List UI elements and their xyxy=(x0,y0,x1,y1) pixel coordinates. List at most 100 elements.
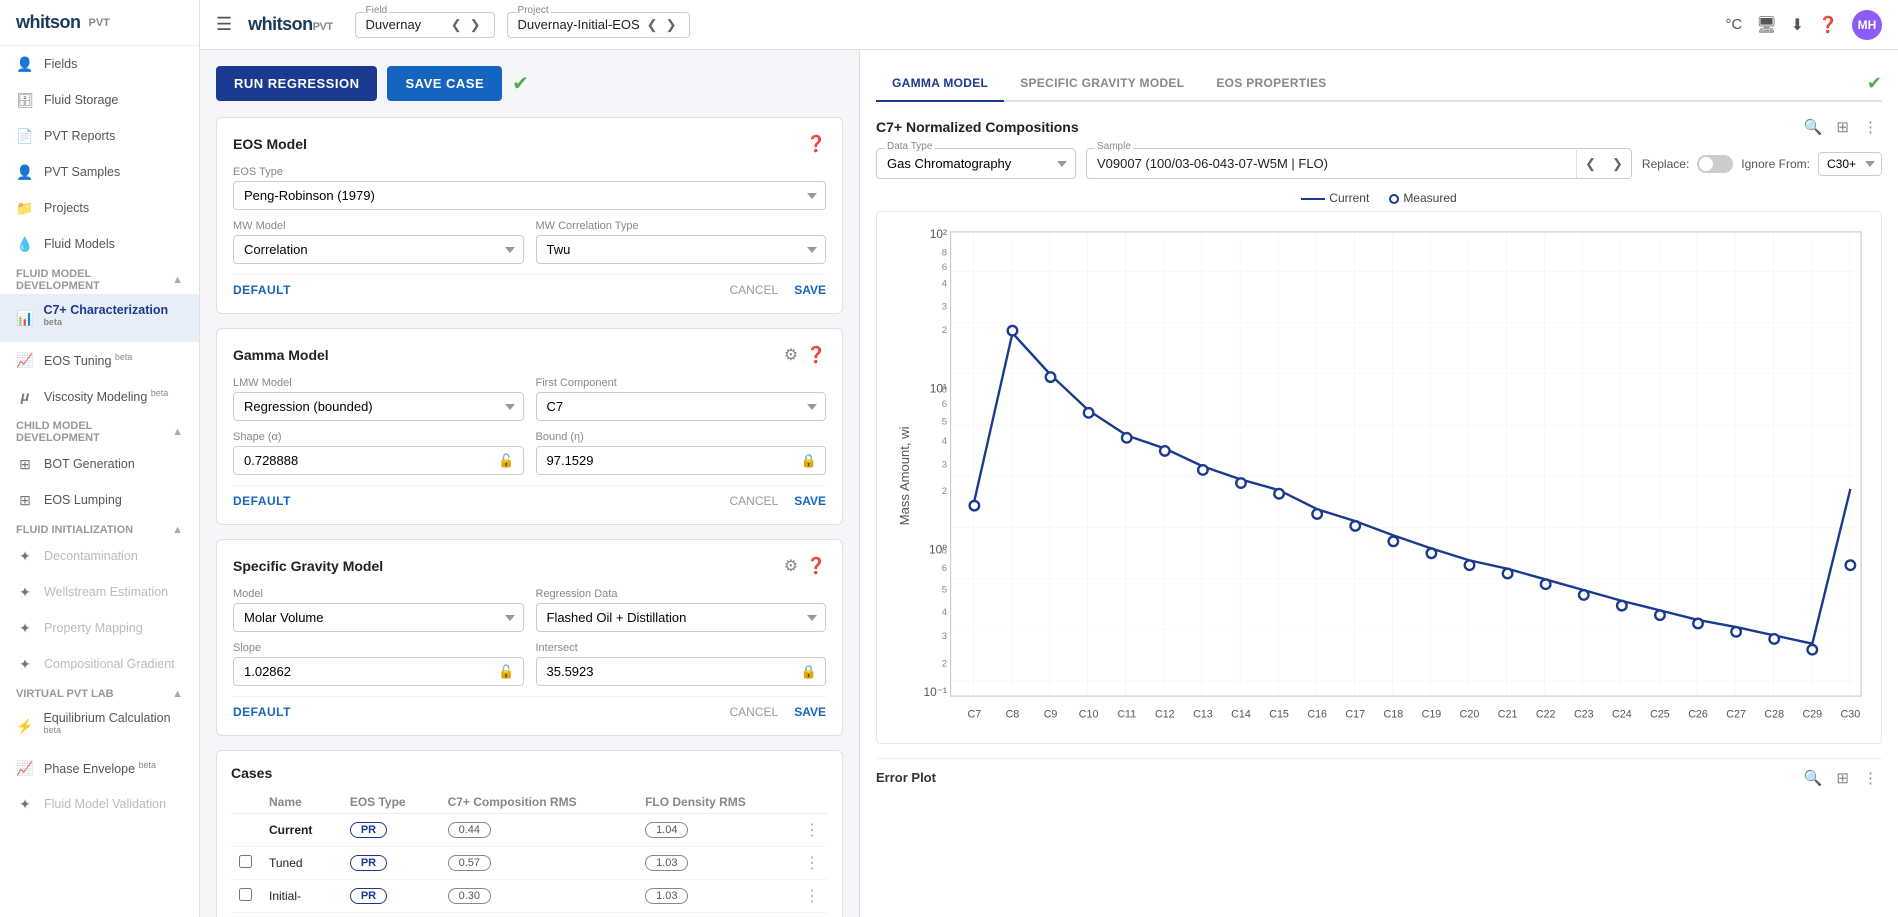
case-checkbox-initial[interactable] xyxy=(239,888,252,901)
intersect-input[interactable] xyxy=(537,658,793,685)
bound-input[interactable] xyxy=(537,447,793,474)
eos-cancel-button[interactable]: CANCEL xyxy=(730,283,779,297)
sidebar-item-viscosity-modeling[interactable]: μ Viscosity Modeling beta xyxy=(0,378,199,414)
field-prev-arrow[interactable]: ❮ xyxy=(448,17,465,33)
slope-lock-icon[interactable]: 🔓 xyxy=(490,664,522,680)
search-icon-btn[interactable]: 🔍 xyxy=(1800,116,1827,138)
sidebar-item-projects[interactable]: 📁 Projects xyxy=(0,190,199,226)
measured-dot xyxy=(1236,478,1246,488)
x-label-c29: C29 xyxy=(1802,709,1822,721)
tab-eos-properties[interactable]: EOS PROPERTIES xyxy=(1200,66,1342,102)
ignore-from-select[interactable]: C30+ xyxy=(1818,152,1882,176)
help-icon[interactable]: ❓ xyxy=(1818,15,1838,35)
temp-unit[interactable]: °C xyxy=(1726,16,1743,33)
section-toggle4[interactable]: ▲ xyxy=(172,688,183,700)
section-toggle3[interactable]: ▲ xyxy=(172,524,183,536)
tab-gamma-model[interactable]: GAMMA MODEL xyxy=(876,66,1004,102)
sidebar-item-label: PVT Samples xyxy=(44,165,120,179)
slope-input[interactable] xyxy=(234,658,490,685)
error-search-icon-btn[interactable]: 🔍 xyxy=(1800,767,1827,789)
sidebar-item-pvt-reports[interactable]: 📄 PVT Reports xyxy=(0,118,199,154)
error-expand-icon-btn[interactable]: ⊞ xyxy=(1832,767,1853,789)
sidebar-item-equilibrium-calculation[interactable]: ⚡ Equilibrium Calculation beta xyxy=(0,702,199,750)
x-label-c10: C10 xyxy=(1079,709,1099,721)
measured-dot xyxy=(1808,645,1818,655)
section-toggle2[interactable]: ▲ xyxy=(172,426,183,438)
shape-lock-icon[interactable]: 🔓 xyxy=(490,453,522,469)
gamma-cancel-button[interactable]: CANCEL xyxy=(730,494,779,508)
sample-prev-arrow[interactable]: ❮ xyxy=(1577,150,1604,178)
lmw-model-select[interactable]: Regression (bounded) xyxy=(233,392,524,421)
topbar: ☰ whitsonPVT Field Duvernay ❮ ❯ Project … xyxy=(200,0,1898,50)
eos-save-button[interactable]: SAVE xyxy=(794,283,826,297)
sidebar-item-fluid-models[interactable]: 💧 Fluid Models xyxy=(0,226,199,262)
x-label-c8: C8 xyxy=(1006,709,1020,721)
chart-grid xyxy=(951,232,1862,696)
mw-correlation-select[interactable]: Twu xyxy=(536,235,827,264)
project-next-arrow[interactable]: ❯ xyxy=(663,17,680,33)
more-options-current[interactable]: ⋮ xyxy=(804,822,820,839)
regression-data-select[interactable]: Flashed Oil + Distillation xyxy=(536,603,827,632)
intersect-lock-icon[interactable]: 🔒 xyxy=(793,664,825,680)
eos-type-select[interactable]: Peng-Robinson (1979) xyxy=(233,181,826,210)
more-options-tuned[interactable]: ⋮ xyxy=(804,855,820,872)
sidebar-item-bot-generation[interactable]: ⊞ BOT Generation xyxy=(0,446,199,482)
error-plot-header: Error Plot 🔍 ⊞ ⋮ xyxy=(876,758,1882,789)
projects-icon: 📁 xyxy=(16,199,34,217)
sidebar-item-c7-characterization[interactable]: 📊 C7+ Characterization beta xyxy=(0,294,199,342)
tab-specific-gravity-model[interactable]: SPECIFIC GRAVITY MODEL xyxy=(1004,66,1200,102)
gamma-settings-icon[interactable]: ⚙ xyxy=(784,345,798,365)
sg-default-button[interactable]: DEFAULT xyxy=(233,705,291,719)
measured-dot xyxy=(1274,489,1284,499)
monitor-icon[interactable]: 🖥 xyxy=(1756,15,1776,35)
first-component-select[interactable]: C7 xyxy=(536,392,827,421)
field-value: Duvernay xyxy=(366,17,444,32)
replace-toggle[interactable] xyxy=(1697,155,1733,173)
download-icon[interactable]: ⬇ xyxy=(1791,15,1804,35)
sg-cancel-button[interactable]: CANCEL xyxy=(730,705,779,719)
section-fluid-initialization: Fluid Initialization ▲ xyxy=(0,518,199,538)
col-eos-type: EOS Type xyxy=(342,791,440,814)
save-case-button[interactable]: SAVE CASE xyxy=(387,66,502,101)
flo-rms-initial: 1.03 xyxy=(645,888,688,904)
sg-settings-icon[interactable]: ⚙ xyxy=(784,556,798,576)
sidebar-item-label: Phase Envelope beta xyxy=(44,760,156,776)
x-label-c20: C20 xyxy=(1460,709,1480,721)
sidebar-item-pvt-samples[interactable]: 👤 PVT Samples xyxy=(0,154,199,190)
avatar[interactable]: MH xyxy=(1852,10,1882,40)
field-selector[interactable]: Field Duvernay ❮ ❯ xyxy=(355,12,495,38)
data-type-select[interactable]: Gas Chromatography xyxy=(877,149,1075,178)
measured-dot xyxy=(1122,433,1132,443)
gamma-help-icon[interactable]: ❓ xyxy=(806,345,826,365)
sidebar-item-fluid-storage[interactable]: 🗄 Fluid Storage xyxy=(0,82,199,118)
shape-input[interactable] xyxy=(234,447,490,474)
more-icon-btn[interactable]: ⋮ xyxy=(1859,116,1882,138)
x-label-c21: C21 xyxy=(1498,709,1518,721)
sg-save-button[interactable]: SAVE xyxy=(794,705,826,719)
expand-icon-btn[interactable]: ⊞ xyxy=(1832,116,1853,138)
gamma-save-button[interactable]: SAVE xyxy=(794,494,826,508)
project-prev-arrow[interactable]: ❮ xyxy=(644,17,661,33)
sidebar-item-phase-envelope[interactable]: 📈 Phase Envelope beta xyxy=(0,750,199,786)
sg-model-select[interactable]: Molar Volume xyxy=(233,603,524,632)
bound-lock-icon[interactable]: 🔒 xyxy=(793,453,825,469)
filter-row: Data Type Gas Chromatography Sample V090… xyxy=(876,148,1882,179)
error-more-icon-btn[interactable]: ⋮ xyxy=(1859,767,1882,789)
sg-help-icon[interactable]: ❓ xyxy=(806,556,826,576)
mw-model-select[interactable]: Correlation xyxy=(233,235,524,264)
eos-help-icon[interactable]: ❓ xyxy=(806,134,826,154)
run-regression-button[interactable]: RUN REGRESSION xyxy=(216,66,377,101)
field-next-arrow[interactable]: ❯ xyxy=(467,17,484,33)
sidebar-item-fields[interactable]: 👤 Fields xyxy=(0,46,199,82)
sidebar-item-eos-tuning[interactable]: 📈 EOS Tuning beta xyxy=(0,342,199,378)
sample-next-arrow[interactable]: ❯ xyxy=(1604,150,1631,178)
x-label-c11: C11 xyxy=(1117,709,1136,721)
gamma-default-button[interactable]: DEFAULT xyxy=(233,494,291,508)
more-options-initial[interactable]: ⋮ xyxy=(804,888,820,905)
hamburger-icon[interactable]: ☰ xyxy=(216,14,232,35)
sidebar-item-eos-lumping[interactable]: ⊞ EOS Lumping xyxy=(0,482,199,518)
case-checkbox-tuned[interactable] xyxy=(239,855,252,868)
section-toggle[interactable]: ▲ xyxy=(172,274,183,286)
eos-default-button[interactable]: DEFAULT xyxy=(233,283,291,297)
project-selector[interactable]: Project Duvernay-Initial-EOS ❮ ❯ xyxy=(507,12,691,38)
